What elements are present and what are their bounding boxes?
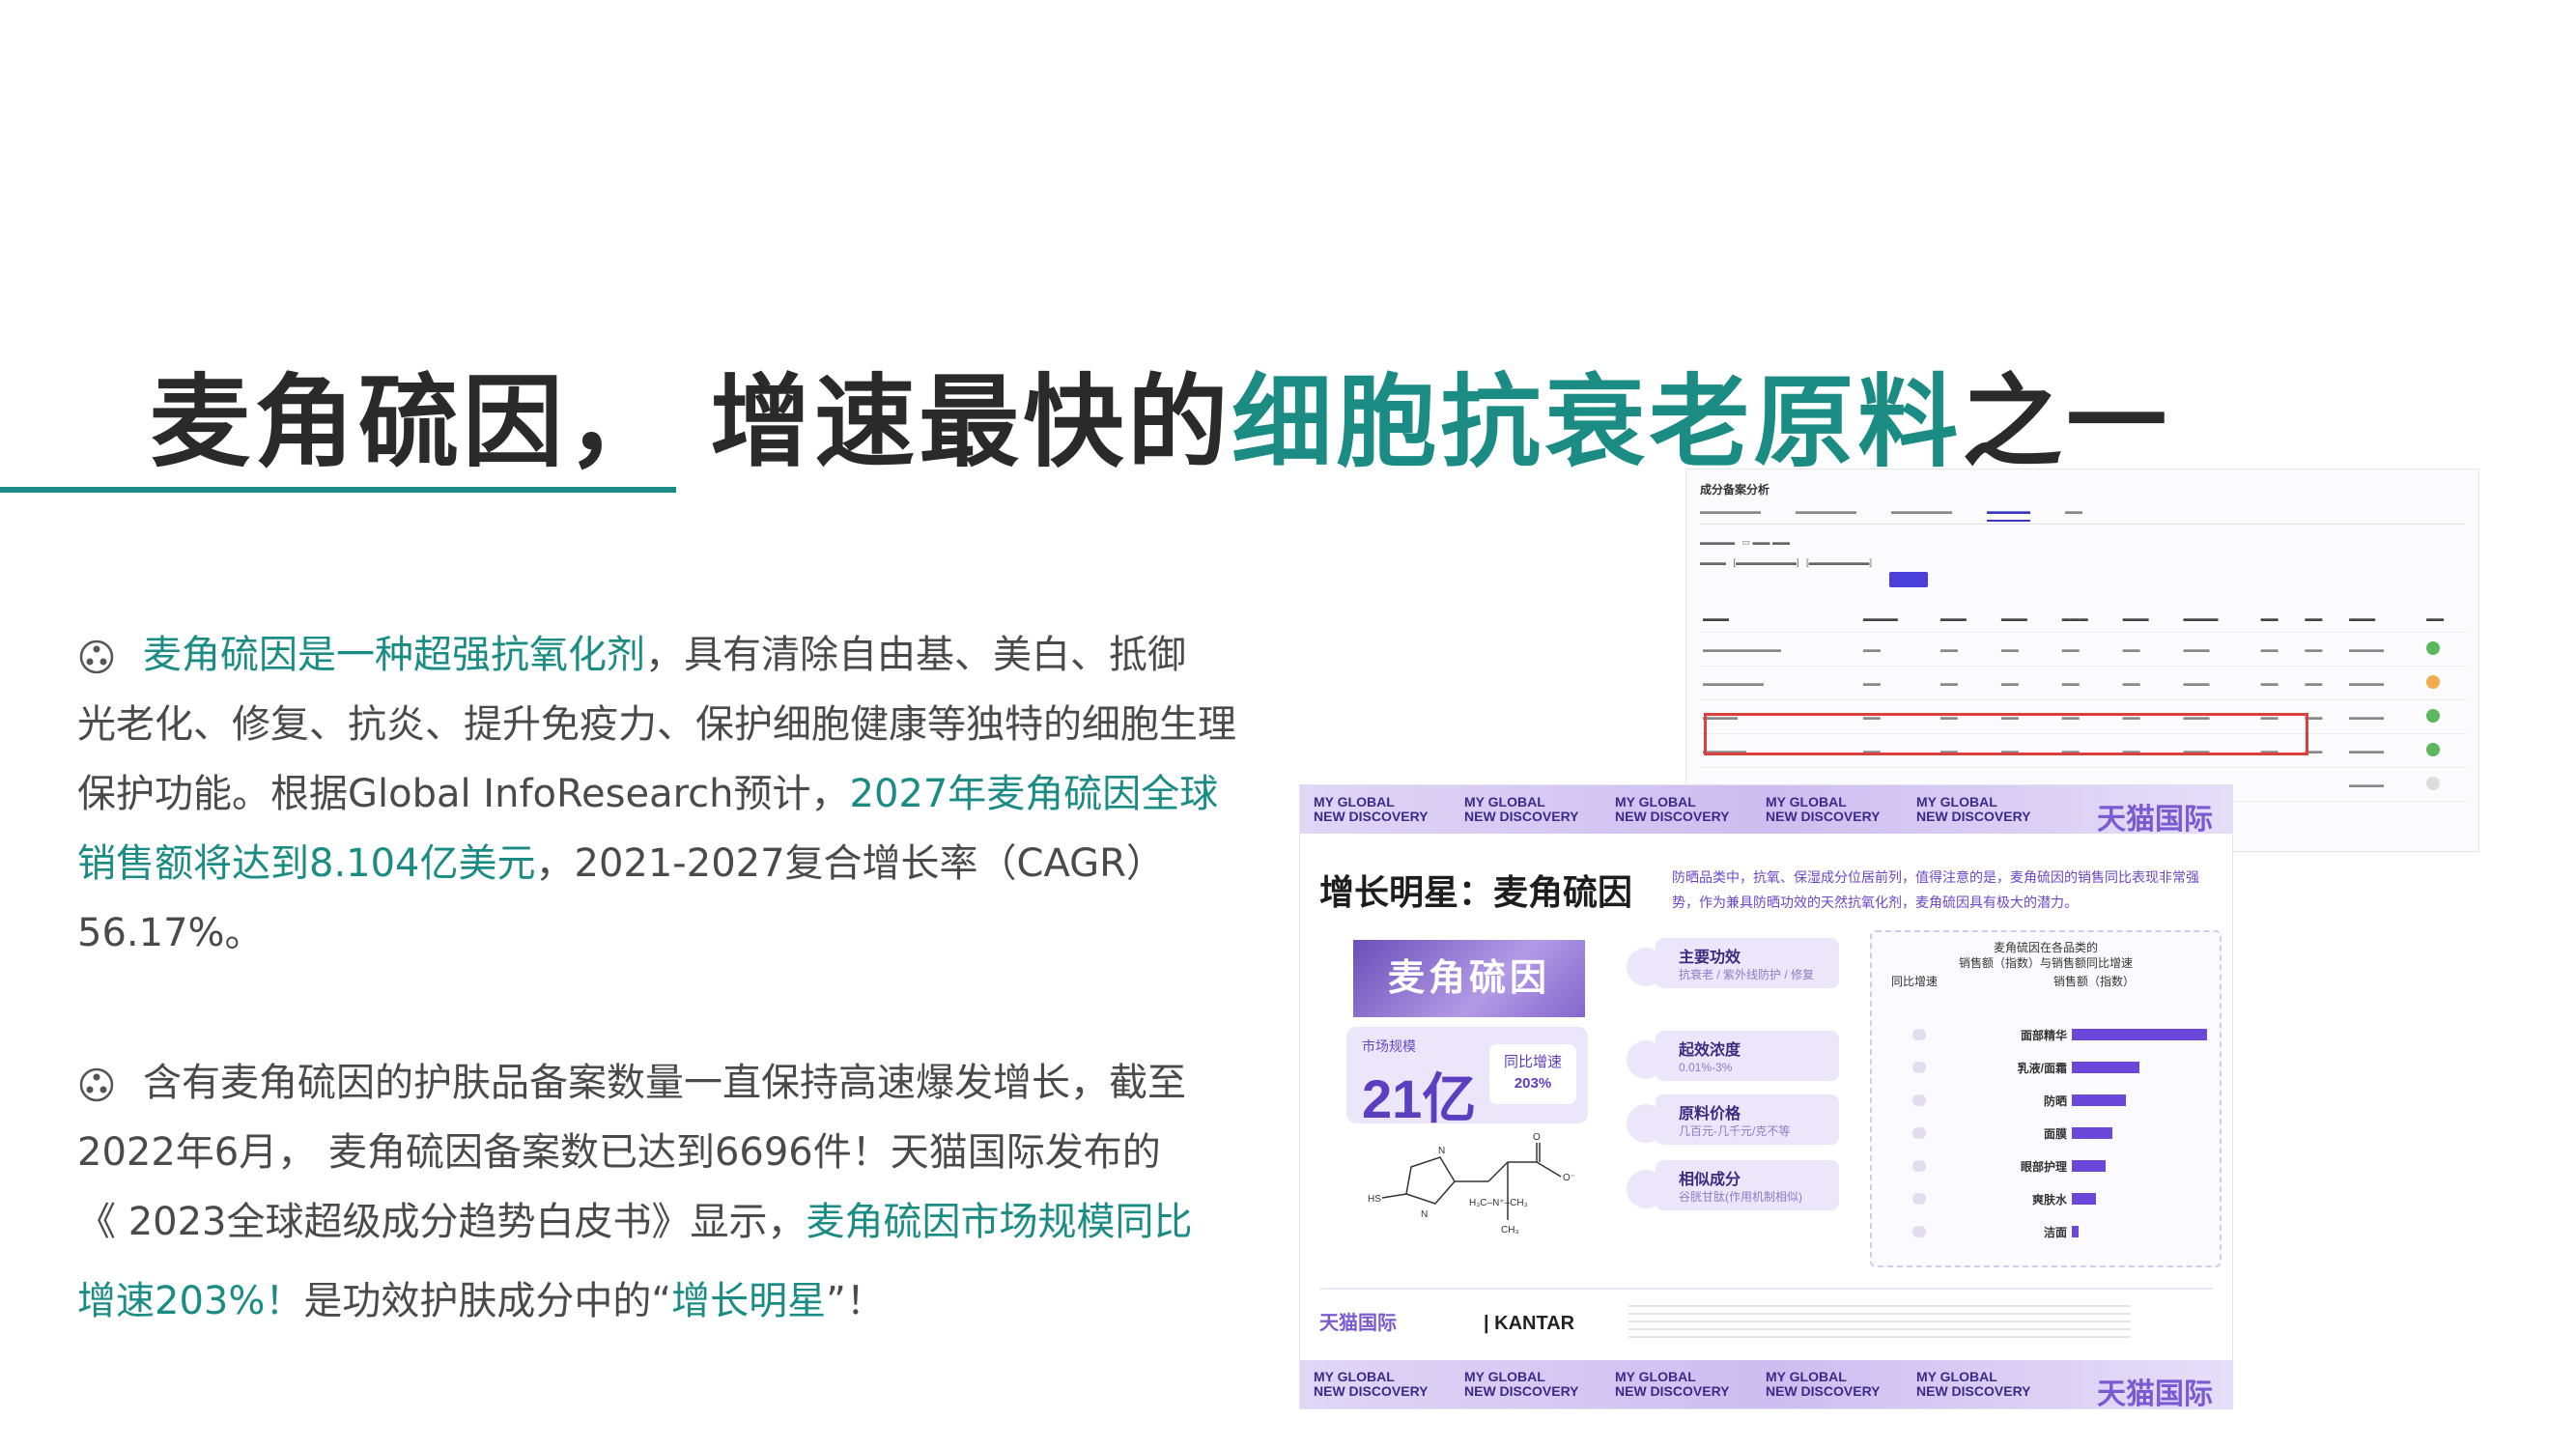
paragraph-2: 含有麦角硫因的护肤品备案数量一直保持高速爆发增长，截至 2022年6月， 麦角硫…	[77, 1048, 1285, 1336]
growth-marker	[1912, 1160, 1926, 1172]
svg-text:HS: HS	[1368, 1194, 1381, 1205]
title-highlight: 细胞抗衰老原料	[1231, 363, 1963, 481]
growth-marker	[1912, 1094, 1926, 1106]
title-underline	[0, 487, 676, 493]
p1-line5: 56.17%。	[77, 911, 264, 955]
molecule-structure-icon: HS N N O O⁻ H₃C–N⁺–CH₃ CH₃	[1368, 1132, 1575, 1236]
highlight-rectangle	[1704, 713, 2308, 755]
panel-category-row: 爽肤水	[1883, 1188, 2208, 1209]
footer-fine-print	[1628, 1299, 2131, 1338]
p2-line4: 增速203%！是功效护肤成分中的“增长明星”！	[77, 1279, 885, 1323]
svg-text:H₃C–N⁺–CH₃: H₃C–N⁺–CH₃	[1469, 1198, 1528, 1208]
cube-icon	[1627, 948, 1665, 986]
svg-text:N: N	[1421, 1209, 1428, 1220]
growth-marker	[1912, 1226, 1926, 1237]
screenshot-filters: ▬▬▬▬ ▭ ▬▬ ▬▬ ▬▬▬ [▬▬▬▬▬▬▬] [▬▬▬▬▬▬▬]	[1700, 537, 1873, 567]
band-tag: MY GLOBAL NEW DISCOVERY	[1314, 1369, 1429, 1399]
page-title: 麦角硫因， 增速最快的细胞抗衰老原料之一	[150, 359, 2468, 485]
panel-category-row: 面部精华	[1883, 1024, 2208, 1045]
dropper-icon	[1627, 1040, 1665, 1079]
sales-index-bar	[2072, 1226, 2079, 1237]
panel-columns: 同比增速 销售额（指数）	[1891, 975, 2136, 988]
svg-text:N: N	[1438, 1146, 1445, 1156]
panel-heading: 麦角硫因在各品类的 销售额（指数）与销售额同比增速	[1958, 941, 2133, 970]
tmall-logo: 天猫国际	[2097, 1378, 2213, 1410]
growth-marker	[1912, 1062, 1926, 1073]
p1-line3: 保护功能。根据Global InfoResearch预计，2027年麦角硫因全球	[77, 772, 1219, 816]
growth-marker	[1912, 1193, 1926, 1205]
panel-category-row: 防晒	[1883, 1090, 2208, 1111]
market-size-label: 市场规模	[1362, 1038, 1416, 1054]
category-label: 眼部护理	[2020, 1160, 2067, 1174]
molecule-icon	[1627, 1170, 1665, 1208]
category-label: 乳液/面霜	[2017, 1062, 2067, 1075]
title-part2: 之一	[1962, 363, 2171, 481]
screenshot-tabs: ▬▬▬▬▬▬▬ ▬▬▬▬▬▬▬ ▬▬▬▬▬▬▬ ▬▬▬▬▬ ▬▬	[1700, 506, 2465, 525]
band-tag: MY GLOBAL NEW DISCOVERY	[1615, 794, 1730, 824]
growth-marker	[1912, 1029, 1926, 1040]
category-sales-panel: 麦角硫因在各品类的 销售额（指数）与销售额同比增速 同比增速 销售额（指数） 面部精…	[1870, 930, 2222, 1267]
svg-text:O⁻: O⁻	[1563, 1173, 1575, 1183]
tmall-logo: 天猫国际	[2097, 804, 2213, 836]
screenshot-table: ▬▬▬ ▬▬▬▬ ▬▬▬ ▬▬▬ ▬▬▬ ▬▬▬ ▬▬▬▬ ▬▬ ▬▬ ▬▬▬ ▬▬ ▬▬▬▬▬▬▬…	[1700, 605, 2468, 802]
panel-category-row: 乳液/面霜	[1883, 1057, 2208, 1078]
footer-kantar-logo: | KANTAR	[1484, 1313, 1575, 1334]
band-tag: MY GLOBAL NEW DISCOVERY	[1314, 794, 1429, 824]
category-label: 面部精华	[2020, 1029, 2067, 1042]
card-top-band: MY GLOBAL NEW DISCOVERY MY GLOBAL NEW DISC…	[1300, 785, 2232, 836]
price-tag-icon	[1627, 1104, 1665, 1143]
p2-line3: 《 2023全球超级成分趋势白皮书》显示，麦角硫因市场规模同比	[77, 1200, 1193, 1244]
sales-index-bar	[2072, 1160, 2106, 1172]
panel-category-row: 眼部护理	[1883, 1155, 2208, 1177]
band-tag: MY GLOBAL NEW DISCOVERY	[1766, 794, 1881, 824]
svg-text:O: O	[1533, 1132, 1541, 1143]
band-tag: MY GLOBAL NEW DISCOVERY	[1766, 1369, 1881, 1399]
screenshot-heading: 成分备案分析	[1700, 483, 1770, 497]
p1-line1: 麦角硫因是一种超强抗氧化剂，具有清除自由基、美白、抵御	[77, 620, 1285, 690]
category-label: 防晒	[2043, 1094, 2067, 1108]
growth-marker	[1912, 1127, 1926, 1139]
title-part1: 麦角硫因， 增速最快的	[150, 363, 1232, 481]
p1-line2: 光老化、修复、抗炎、提升免疫力、保护细胞健康等独特的细胞生理	[77, 702, 1236, 747]
category-label: 洁面	[2043, 1226, 2067, 1239]
band-tag: MY GLOBAL NEW DISCOVERY	[1916, 794, 2031, 824]
tmall-trend-card: MY GLOBAL NEW DISCOVERY MY GLOBAL NEW DISC…	[1299, 784, 2233, 1410]
p2-line2: 2022年6月， 麦角硫因备案数已达到6696件！天猫国际发布的	[77, 1130, 1161, 1175]
panel-category-row: 面膜	[1883, 1122, 2208, 1144]
band-tag: MY GLOBAL NEW DISCOVERY	[1615, 1369, 1730, 1399]
p2-line1: 含有麦角硫因的护肤品备案数量一直保持高速爆发增长，截至	[77, 1048, 1285, 1118]
market-size-value: 21亿	[1362, 1068, 1477, 1129]
bullet-icon	[79, 639, 114, 674]
bullet-icon	[79, 1067, 114, 1102]
card-footer: 天猫国际 | KANTAR	[1319, 1288, 2213, 1338]
band-tag: MY GLOBAL NEW DISCOVERY	[1916, 1369, 2031, 1399]
sales-index-bar	[2072, 1062, 2139, 1073]
sales-index-bar	[2072, 1127, 2112, 1139]
category-label: 面膜	[2043, 1127, 2067, 1141]
sales-index-bar	[2072, 1193, 2096, 1205]
footer-tmall-logo: 天猫国际	[1319, 1313, 1397, 1334]
category-label: 爽肤水	[2031, 1193, 2067, 1207]
market-growth-badge: 同比增速 203%	[1489, 1044, 1576, 1104]
card-title: 增长明星：麦角硫因	[1319, 872, 1633, 912]
p1-line4: 销售额将达到8.104亿美元，2021-2027复合增长率（CAGR）	[77, 841, 1165, 886]
paragraph-1: 麦角硫因是一种超强抗氧化剂，具有清除自由基、美白、抵御 光老化、修复、抗炎、提升…	[77, 620, 1285, 968]
screenshot-query-button	[1889, 572, 1928, 587]
band-tag: MY GLOBAL NEW DISCOVERY	[1464, 1369, 1579, 1399]
band-tag: MY GLOBAL NEW DISCOVERY	[1464, 794, 1579, 824]
card-bottom-band: MY GLOBAL NEW DISCOVERY MY GLOBAL NEW DISC…	[1300, 1360, 2232, 1410]
card-description: 防晒品类中，抗氧、保湿成分位居前列，值得注意的是，麦角硫因的销售同比表现非常强势…	[1672, 869, 2199, 910]
panel-category-row: 洁面	[1883, 1221, 2208, 1242]
sales-index-bar	[2072, 1029, 2207, 1040]
ingredient-image: 麦角硫因	[1353, 940, 1585, 1017]
svg-text:CH₃: CH₃	[1501, 1225, 1519, 1236]
market-size-box: 市场规模 21亿 同比增速 203%	[1346, 1027, 1588, 1129]
sales-index-bar	[2072, 1094, 2126, 1106]
